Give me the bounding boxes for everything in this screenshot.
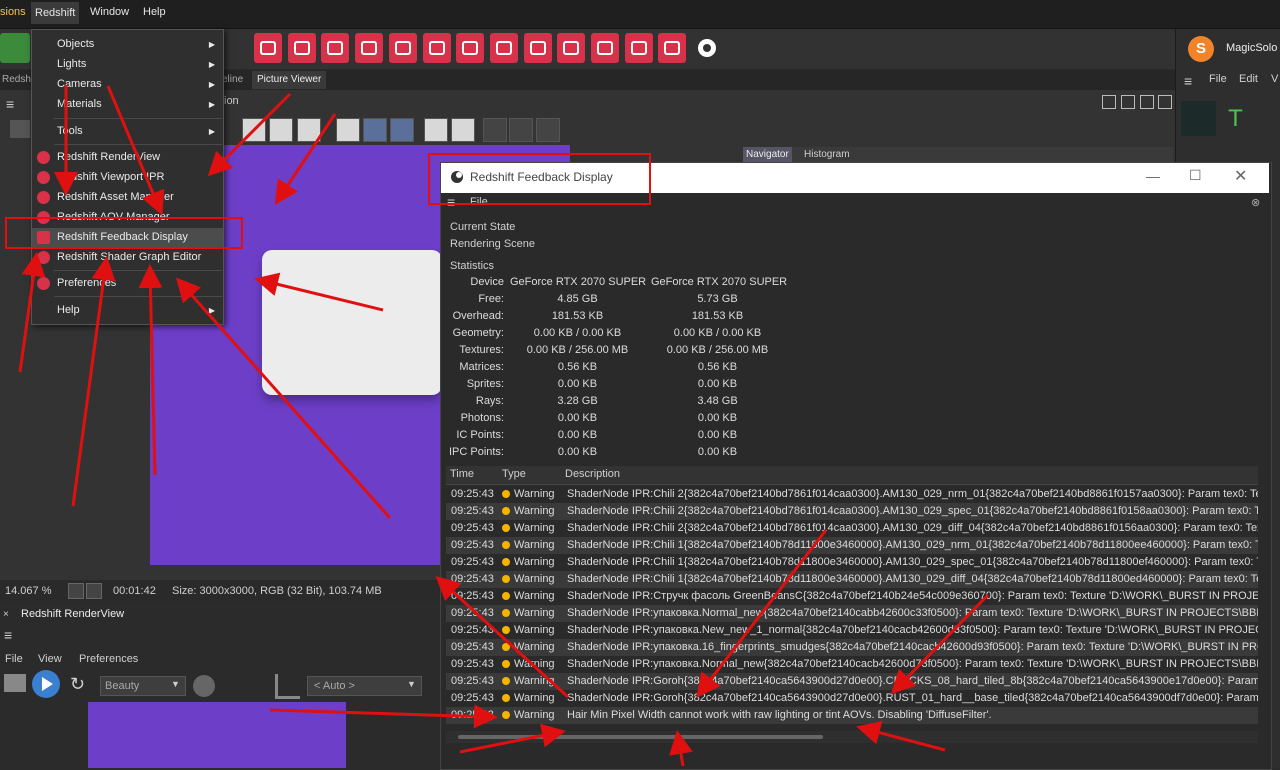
arrow [269,704,498,729]
arrow [435,575,570,699]
arrow [890,593,990,695]
arrow [856,721,946,752]
arrow [669,730,693,767]
arrow [106,85,165,216]
arrow [696,529,828,698]
arrow [138,264,163,476]
arrow [274,113,337,206]
arrow [71,256,116,507]
arrow [459,723,566,754]
arrow [18,252,46,373]
arrow [207,92,292,177]
arrow [176,277,392,519]
annotation-arrows [18,85,990,767]
arrow [254,272,384,312]
